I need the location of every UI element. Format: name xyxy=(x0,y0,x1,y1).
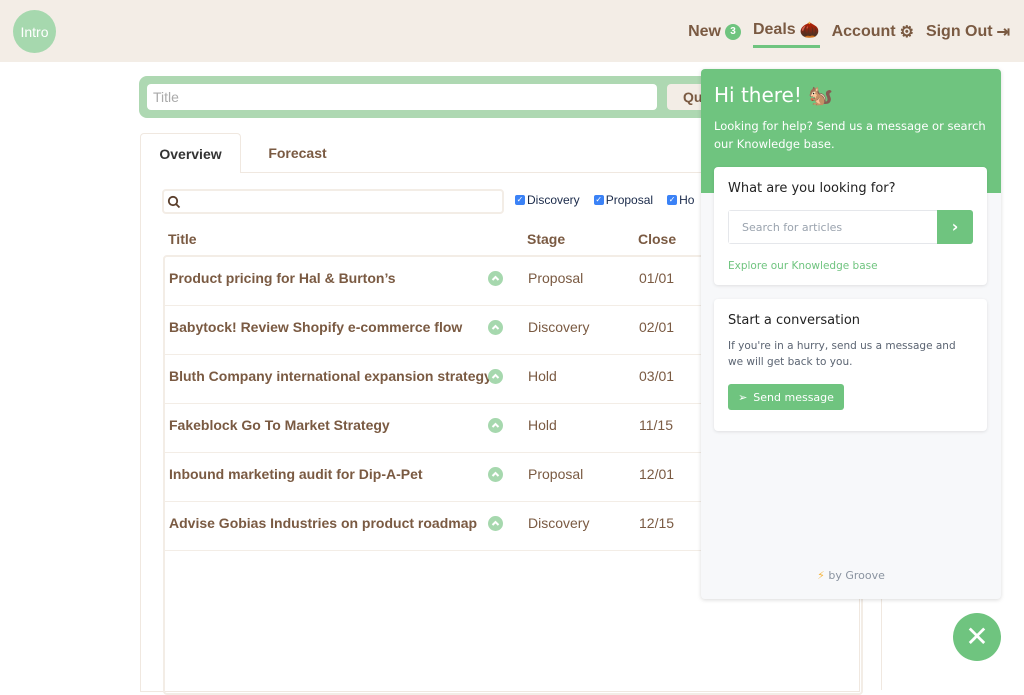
checkbox-checked-icon[interactable]: ✓ xyxy=(515,195,525,205)
search-box: What are you looking for? › Explore our … xyxy=(714,167,987,285)
conversation-heading: Start a conversation xyxy=(728,313,861,328)
filter-label: Proposal xyxy=(605,193,654,207)
nav-new[interactable]: New 3 xyxy=(688,20,741,48)
filter-discovery[interactable]: ✓ Discovery xyxy=(515,193,580,207)
chevron-up-icon[interactable] xyxy=(488,369,503,384)
conversation-box: Start a conversation If you're in a hurr… xyxy=(714,299,987,431)
filter-label: Ho xyxy=(679,193,695,207)
widget-greeting: Hi there! 🐿️ xyxy=(714,83,834,107)
nav-new-label: New xyxy=(688,22,721,40)
logo[interactable]: Intro xyxy=(13,10,56,53)
deal-title[interactable]: Advise Gobias Industries on product road… xyxy=(169,515,477,531)
search-icon xyxy=(167,195,181,209)
deal-close-date: 03/01 xyxy=(639,368,675,384)
chevron-right-icon[interactable]: › xyxy=(937,210,973,244)
tab-divider xyxy=(241,172,701,173)
filter-proposal[interactable]: ✓ Proposal xyxy=(593,193,654,207)
deal-close-date: 02/01 xyxy=(639,319,675,335)
chevron-up-icon[interactable] xyxy=(488,418,503,433)
powered-by[interactable]: ⚡ by Groove xyxy=(701,569,1001,582)
quick-add-bar: Qu xyxy=(139,76,747,118)
filter-label: Discovery xyxy=(527,193,580,207)
lightning-icon: ⚡ xyxy=(817,569,825,582)
deal-close-date: 11/15 xyxy=(639,417,673,433)
deal-title[interactable]: Product pricing for Hal & Burton’s xyxy=(169,270,396,286)
filter-hold[interactable]: ✓ Ho xyxy=(667,193,694,207)
nav-account-label: Account xyxy=(831,22,896,40)
title-input[interactable] xyxy=(147,84,657,110)
tab-forecast[interactable]: Forecast xyxy=(250,133,345,173)
chevron-up-icon[interactable] xyxy=(488,320,503,335)
checkbox-checked-icon[interactable]: ✓ xyxy=(667,195,678,205)
deal-stage: Proposal xyxy=(528,466,584,482)
tab-overview[interactable]: Overview xyxy=(140,133,241,173)
sign-out-icon: ⇥ xyxy=(996,23,1010,41)
stage-filters: ✓ Discovery ✓ Proposal ✓ Ho xyxy=(515,193,694,207)
explore-knowledge-base-link[interactable]: Explore our Knowledge base xyxy=(728,260,973,272)
deal-title[interactable]: Fakeblock Go To Market Strategy xyxy=(169,417,390,433)
column-close[interactable]: Close xyxy=(638,231,676,247)
divider xyxy=(881,590,882,690)
nav: New 3 Deals 🌰 Account ⚙ Sign Out ⇥ xyxy=(688,20,1010,48)
deal-close-date: 12/15 xyxy=(639,515,675,531)
acorn-icon: 🌰 xyxy=(799,22,820,39)
article-search: › xyxy=(728,210,973,244)
deal-stage: Hold xyxy=(528,417,557,433)
nav-account[interactable]: Account ⚙ xyxy=(832,20,914,48)
deal-search-input[interactable] xyxy=(162,189,504,214)
send-icon: ➢ xyxy=(738,390,748,404)
deal-stage: Proposal xyxy=(528,270,584,286)
close-icon: ✕ xyxy=(965,621,989,652)
checkbox-checked-icon[interactable]: ✓ xyxy=(593,195,604,205)
deal-stage: Hold xyxy=(528,368,557,384)
conversation-text: If you're in a hurry, send us a message … xyxy=(728,340,956,368)
deal-close-date: 01/01 xyxy=(639,270,675,286)
chevron-up-icon[interactable] xyxy=(488,516,503,531)
help-widget: Hi there! 🐿️ Looking for help? Send us a… xyxy=(701,69,1001,599)
column-stage[interactable]: Stage xyxy=(527,231,565,247)
send-message-button[interactable]: ➢ Send message xyxy=(728,384,844,410)
nav-deals-label: Deals xyxy=(752,21,796,38)
chevron-up-icon[interactable] xyxy=(488,467,503,482)
send-label: Send message xyxy=(753,390,834,404)
nav-sign-out-label: Sign Out xyxy=(925,22,993,40)
nav-sign-out[interactable]: Sign Out ⇥ xyxy=(926,20,1010,48)
deal-title[interactable]: Babytock! Review Shopify e-commerce flow xyxy=(169,319,462,335)
column-title[interactable]: Title xyxy=(168,231,197,247)
article-search-input[interactable] xyxy=(729,211,929,243)
search-heading: What are you looking for? xyxy=(728,181,896,196)
deal-title[interactable]: Inbound marketing audit for Dip-A-Pet xyxy=(169,466,423,482)
chevron-up-icon[interactable] xyxy=(488,271,503,286)
deal-stage: Discovery xyxy=(528,515,590,531)
deal-stage: Discovery xyxy=(528,319,590,335)
header: Intro New 3 Deals 🌰 Account ⚙ Sign Out ⇥ xyxy=(0,0,1024,62)
deal-title[interactable]: Bluth Company international expansion st… xyxy=(169,368,492,384)
powered-by-label: by Groove xyxy=(828,569,885,582)
close-widget-button[interactable]: ✕ xyxy=(953,613,1001,661)
gear-icon: ⚙ xyxy=(899,23,914,41)
new-count-badge: 3 xyxy=(724,23,741,40)
widget-intro: Looking for help? Send us a message or s… xyxy=(714,119,986,151)
nav-deals[interactable]: Deals 🌰 xyxy=(752,20,820,48)
deal-close-date: 12/01 xyxy=(639,466,675,482)
